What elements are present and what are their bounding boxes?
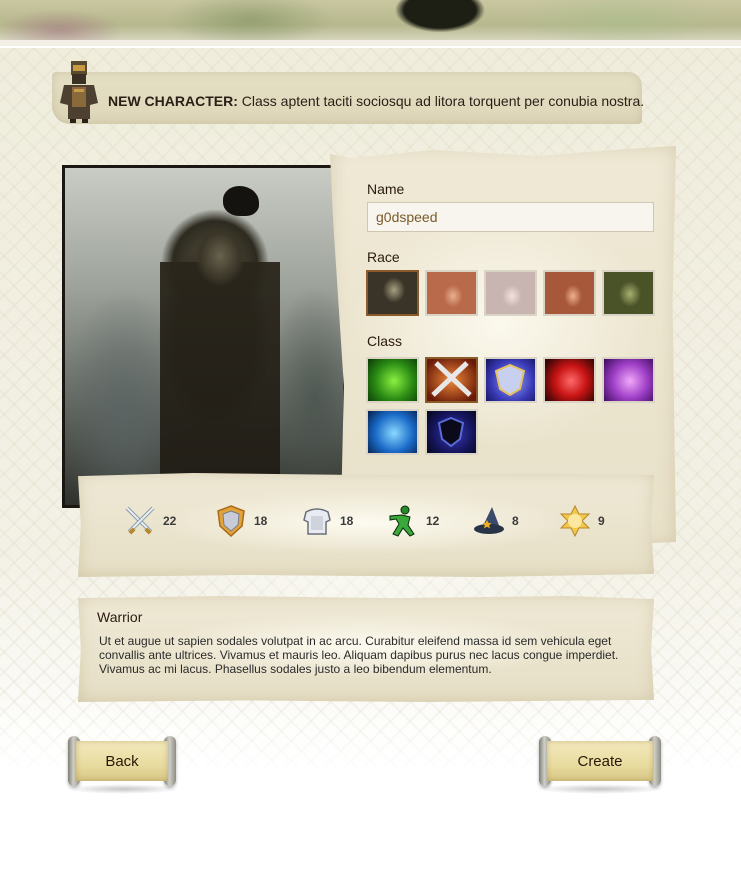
- stat-attack-value: 22: [163, 514, 177, 528]
- class-option-rogue[interactable]: [366, 409, 419, 455]
- stat-agility-value: 12: [426, 514, 440, 528]
- notice-text: NEW CHARACTER: Class aptent taciti socio…: [108, 93, 668, 109]
- class-label: Class: [367, 333, 403, 349]
- shield-icon: [217, 505, 245, 538]
- race-option-undead[interactable]: [366, 270, 419, 316]
- portrait-figure: [160, 208, 280, 505]
- race-option-ice-maiden[interactable]: [484, 270, 537, 316]
- race-option-red-elf[interactable]: [543, 270, 596, 316]
- class-description-title: Warrior: [97, 609, 143, 625]
- stat-agility: 12: [386, 505, 439, 537]
- crow-figure: [223, 186, 259, 216]
- stat-armor-value: 18: [340, 514, 354, 528]
- knight-icon: [60, 61, 98, 123]
- class-option-shadow-knight[interactable]: [425, 409, 478, 455]
- back-button-label: Back: [76, 741, 168, 781]
- class-option-druid[interactable]: [366, 357, 419, 403]
- class-option-fire-mage[interactable]: [543, 357, 596, 403]
- race-option-elf-warrior[interactable]: [425, 270, 478, 316]
- back-button[interactable]: Back: [68, 736, 176, 786]
- stat-defense: 18: [214, 505, 268, 538]
- stat-luck-value: 9: [598, 514, 605, 528]
- stat-intellect: 8: [472, 505, 519, 537]
- character-portrait: [62, 165, 346, 508]
- dark-shield-icon: [437, 416, 465, 448]
- shield-class-icon: [494, 363, 526, 397]
- notice-message: Class aptent taciti sociosqu ad litora t…: [241, 93, 645, 109]
- star-icon: [559, 504, 591, 538]
- name-label: Name: [367, 181, 405, 197]
- header-artwork: [0, 0, 741, 46]
- class-option-necromancer[interactable]: [602, 357, 655, 403]
- class-option-paladin[interactable]: [484, 357, 537, 403]
- wizard-hat-icon: [474, 507, 504, 534]
- crossed-swords-icon: [427, 359, 476, 401]
- race-option-orc[interactable]: [602, 270, 655, 316]
- armor-icon: [303, 508, 331, 535]
- create-button-label: Create: [547, 741, 653, 781]
- agility-icon: [389, 505, 415, 537]
- character-name-input[interactable]: [367, 202, 654, 232]
- stat-defense-value: 18: [254, 514, 268, 528]
- stat-attack: 22: [123, 505, 176, 537]
- class-option-warrior[interactable]: [425, 357, 478, 403]
- stat-armor: 18: [300, 505, 353, 537]
- stat-intellect-value: 8: [512, 514, 519, 528]
- create-button[interactable]: Create: [539, 736, 661, 786]
- notice-heading: NEW CHARACTER:: [108, 93, 238, 109]
- stat-luck: 9: [558, 504, 605, 538]
- race-label: Race: [367, 249, 400, 265]
- swords-icon: [125, 506, 155, 535]
- class-description-body: Ut et augue ut sapien sodales volutpat i…: [99, 634, 619, 676]
